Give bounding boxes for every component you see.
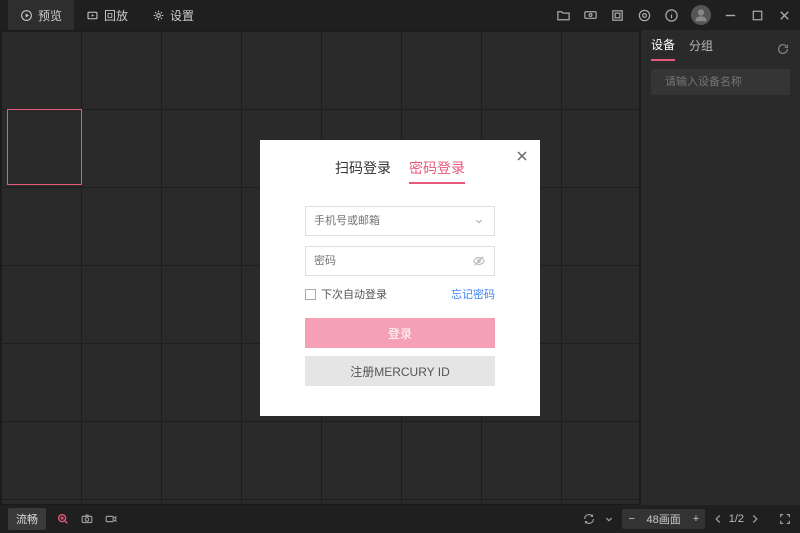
minimize-icon[interactable] [723,8,738,23]
auto-login-label: 下次自动登录 [321,286,387,302]
account-field[interactable] [305,206,495,236]
device-icon[interactable] [583,8,598,23]
avatar[interactable] [691,5,711,25]
tab-label: 预览 [38,7,62,24]
forgot-password-link[interactable]: 忘记密码 [451,286,495,302]
tab-password-login[interactable]: 密码登录 [409,158,465,184]
account-input[interactable] [314,215,472,227]
eye-off-icon[interactable] [472,254,486,268]
password-input[interactable] [314,255,472,267]
titlebar: 预览 回放 设置 [0,0,800,30]
login-overlay: 扫码登录 密码登录 下次自动登录 忘记密码 登录 注册MERCURY ID [0,30,800,533]
login-button[interactable]: 登录 [305,318,495,348]
login-modal: 扫码登录 密码登录 下次自动登录 忘记密码 登录 注册MERCURY ID [260,140,540,416]
tab-label: 回放 [104,7,128,24]
login-tabs: 扫码登录 密码登录 [284,158,516,184]
maximize-icon[interactable] [750,8,765,23]
folder-icon[interactable] [556,8,571,23]
playback-icon [86,9,99,22]
info-icon[interactable] [664,8,679,23]
tab-settings[interactable]: 设置 [140,0,206,30]
gear-icon [152,9,165,22]
register-button[interactable]: 注册MERCURY ID [305,356,495,386]
options-row: 下次自动登录 忘记密码 [305,286,495,302]
tab-qr-login[interactable]: 扫码登录 [335,158,391,184]
top-tabs: 预览 回放 设置 [8,0,206,30]
auto-login-checkbox[interactable] [305,289,316,300]
tab-playback[interactable]: 回放 [74,0,140,30]
tab-preview[interactable]: 预览 [8,0,74,30]
settings-icon[interactable] [637,8,652,23]
close-icon[interactable] [777,8,792,23]
play-icon [20,9,33,22]
password-field[interactable] [305,246,495,276]
tab-label: 设置 [170,7,194,24]
topbar-right [556,5,792,25]
close-button[interactable] [514,148,530,164]
fullscreen-icon[interactable] [610,8,625,23]
chevron-down-icon[interactable] [472,214,486,228]
